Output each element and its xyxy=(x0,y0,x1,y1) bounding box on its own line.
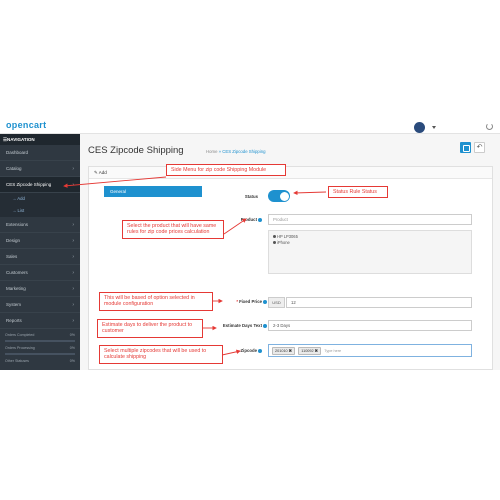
estimate-days-label: Estimate Days Text xyxy=(203,323,267,328)
help-icon xyxy=(258,217,262,222)
help-icon xyxy=(258,348,262,353)
fixed-price-input[interactable]: 12 xyxy=(286,297,472,308)
list-item: iPhone xyxy=(273,240,467,246)
annotation-zipcodes: Select multiple zipcodes that will be us… xyxy=(99,345,223,364)
annotation-status-rule: Status Rule Status xyxy=(328,186,388,199)
help-icon xyxy=(263,323,267,328)
chevron-right-icon: › xyxy=(72,254,74,260)
zipcode-tag: 110092✖ xyxy=(298,347,321,355)
toggle-knob xyxy=(279,191,289,201)
remove-icon[interactable] xyxy=(273,235,276,239)
chevron-right-icon: › xyxy=(72,166,74,172)
breadcrumb-current[interactable]: CES Zipcode Shipping xyxy=(222,149,265,154)
fixed-price-label: *Fixed Price xyxy=(215,299,267,304)
annotation-estimate-days: Estimate days to deliver the product to … xyxy=(97,319,203,338)
sidebar: ☰NAVIGATION Dashboard Catalog › CES Zipco… xyxy=(0,134,80,370)
chevron-right-icon: › xyxy=(72,182,74,188)
sidebar-item-sales[interactable]: Sales › xyxy=(0,249,80,265)
annotation-fixed-price: This will be based of option selected in… xyxy=(99,292,213,311)
panel-heading: ✎ Add xyxy=(89,167,492,179)
chevron-right-icon: › xyxy=(72,238,74,244)
chevron-right-icon: › xyxy=(72,302,74,308)
page-title: CES Zipcode Shipping xyxy=(88,145,184,156)
zipcode-label: Zipcode xyxy=(230,348,262,353)
sidebar-item-catalog[interactable]: Catalog › xyxy=(0,161,80,177)
breadcrumb-home[interactable]: Home xyxy=(206,149,217,154)
product-label: Product xyxy=(222,217,262,222)
sidebar-item-extensions[interactable]: Extensions › xyxy=(0,217,80,233)
zipcode-search-input[interactable]: Type here xyxy=(324,347,341,355)
remove-tag-icon[interactable]: ✖ xyxy=(315,349,318,353)
chevron-right-icon: › xyxy=(72,286,74,292)
sidebar-item-ces-zipcode-shipping[interactable]: CES Zipcode Shipping › xyxy=(0,177,80,193)
zipcode-tag: 201010✖ xyxy=(272,347,295,355)
screenshot: opencart ☰NAVIGATION Dashboard Catalog › … xyxy=(0,106,500,370)
sidebar-item-reports[interactable]: Reports › xyxy=(0,313,80,329)
help-icon xyxy=(263,299,267,304)
chevron-right-icon: › xyxy=(72,270,74,276)
zipcode-tags-input[interactable]: 201010✖ 110092✖ Type here xyxy=(268,344,472,357)
product-list: HP LP3065 iPhone xyxy=(268,230,472,274)
user-avatar[interactable] xyxy=(414,122,425,133)
sidebar-item-system[interactable]: System › xyxy=(0,297,80,313)
sidebar-item-marketing[interactable]: Marketing › xyxy=(0,281,80,297)
estimate-days-input[interactable]: 2-3 Days xyxy=(268,320,472,331)
save-button[interactable] xyxy=(460,142,471,153)
sidebar-subitem-list[interactable]: → List xyxy=(0,205,80,217)
remove-tag-icon[interactable]: ✖ xyxy=(289,349,292,353)
status-label: Status xyxy=(244,194,258,199)
top-header: opencart xyxy=(0,106,500,134)
tab-general[interactable]: General xyxy=(104,186,202,197)
logout-icon[interactable] xyxy=(486,123,493,130)
remove-icon[interactable] xyxy=(273,240,276,244)
product-input[interactable]: Product xyxy=(268,214,472,225)
stat-orders-completed: Orders Completed 0% xyxy=(5,333,75,337)
stat-other-statuses: Other Statuses 0% xyxy=(5,359,75,363)
status-toggle[interactable] xyxy=(268,190,290,202)
navigation-heading: ☰NAVIGATION xyxy=(0,134,80,145)
chevron-right-icon: › xyxy=(72,318,74,324)
annotation-side-menu: Side Menu for zip code Shipping Module xyxy=(166,164,286,177)
sidebar-item-dashboard[interactable]: Dashboard xyxy=(0,145,80,161)
progress-bar xyxy=(5,353,75,355)
user-menu-caret-icon[interactable] xyxy=(432,126,436,129)
currency-addon: USD xyxy=(268,297,285,308)
progress-bar xyxy=(5,340,75,342)
breadcrumb: Home » CES Zipcode Shipping xyxy=(206,149,266,154)
opencart-logo[interactable]: opencart xyxy=(6,120,46,130)
back-button[interactable]: ↶ xyxy=(474,142,485,153)
annotation-product: Select the product that will have same r… xyxy=(122,220,224,239)
chevron-right-icon: › xyxy=(72,222,74,228)
sidebar-item-customers[interactable]: Customers › xyxy=(0,265,80,281)
sidebar-item-design[interactable]: Design › xyxy=(0,233,80,249)
breadcrumb-separator: » xyxy=(218,149,222,154)
stat-orders-processing: Orders Processing 0% xyxy=(5,346,75,350)
sidebar-subitem-add[interactable]: → Add xyxy=(0,193,80,205)
